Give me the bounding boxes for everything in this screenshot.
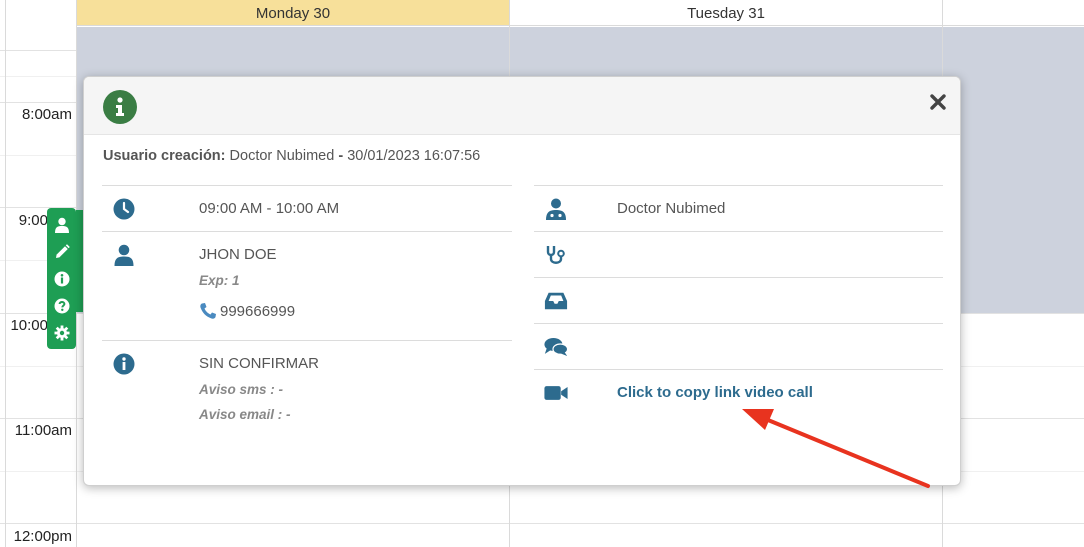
info-icon bbox=[103, 90, 137, 124]
appointment-time: 09:00 AM - 10:00 AM bbox=[199, 200, 340, 217]
doctor-row: Doctor Nubimed bbox=[534, 185, 943, 231]
clock-icon bbox=[112, 197, 136, 221]
creator-separator: - bbox=[338, 148, 344, 164]
appointment-details-left: 09:00 AM - 10:00 AM JHON DOE Exp: 1 9996… bbox=[102, 185, 512, 440]
gear-icon[interactable] bbox=[51, 322, 73, 344]
status-info: SIN CONFIRMAR Aviso sms : - Aviso email … bbox=[102, 341, 512, 422]
room-row bbox=[534, 277, 943, 323]
column-divider bbox=[5, 0, 6, 547]
time-label: 10:00 bbox=[10, 317, 48, 334]
patient-info: JHON DOE Exp: 1 999666999 bbox=[102, 232, 512, 320]
patient-phone[interactable]: 999666999 bbox=[199, 302, 512, 320]
grid-line bbox=[0, 523, 1084, 524]
time-label: 12:00pm bbox=[13, 528, 72, 545]
user-icon[interactable] bbox=[51, 214, 73, 236]
day-header-monday[interactable]: Monday 30 bbox=[77, 0, 509, 26]
patient-record: Exp: 1 bbox=[199, 273, 240, 288]
confirmation-status: SIN CONFIRMAR bbox=[199, 355, 319, 372]
doctor-name: Doctor Nubimed bbox=[617, 200, 726, 217]
creator-info: Usuario creación: Doctor Nubimed - 30/01… bbox=[103, 148, 480, 164]
specialty-value bbox=[534, 232, 943, 246]
room-value bbox=[534, 278, 943, 292]
copy-video-call-link[interactable]: Click to copy link video call bbox=[617, 384, 813, 401]
modal-header bbox=[84, 77, 960, 135]
creator-label: Usuario creación: bbox=[103, 148, 226, 164]
info-icon bbox=[112, 352, 136, 376]
comments-row bbox=[534, 323, 943, 369]
video-camera-icon bbox=[544, 381, 568, 405]
specialty-row bbox=[534, 231, 943, 277]
email-notice: Aviso email : - bbox=[199, 407, 291, 422]
day-header-tuesday[interactable]: Tuesday 31 bbox=[510, 0, 942, 26]
creator-date: 30/01/2023 16:07:56 bbox=[347, 148, 481, 164]
phone-number: 999666999 bbox=[220, 302, 296, 320]
question-icon[interactable] bbox=[51, 295, 73, 317]
sms-notice: Aviso sms : - bbox=[199, 382, 284, 397]
comments-icon bbox=[544, 335, 568, 359]
time-row: 09:00 AM - 10:00 AM bbox=[102, 185, 512, 231]
comments-value bbox=[534, 324, 943, 338]
phone-icon bbox=[200, 303, 216, 319]
info-icon[interactable] bbox=[51, 268, 73, 290]
appointment-details-right: Doctor Nubimed Click to copy link video … bbox=[534, 185, 943, 419]
patient-name: JHON DOE bbox=[199, 246, 277, 263]
video-call-row: Click to copy link video call bbox=[534, 369, 943, 419]
time-label: 8:00am bbox=[21, 106, 72, 123]
appointment-info-modal: Usuario creación: Doctor Nubimed - 30/01… bbox=[83, 76, 961, 486]
user-icon bbox=[112, 243, 136, 267]
status-row: SIN CONFIRMAR Aviso sms : - Aviso email … bbox=[102, 340, 512, 440]
creator-name: Doctor Nubimed bbox=[229, 148, 335, 164]
pencil-icon[interactable] bbox=[51, 241, 73, 263]
patient-row: JHON DOE Exp: 1 999666999 bbox=[102, 231, 512, 340]
time-label: 9:00 bbox=[18, 212, 48, 229]
inbox-icon bbox=[544, 289, 568, 313]
appointment-toolbar bbox=[47, 208, 76, 349]
close-icon[interactable] bbox=[928, 92, 948, 112]
doctor-icon bbox=[544, 197, 568, 221]
stethoscope-icon bbox=[544, 243, 568, 267]
day-header-next bbox=[943, 0, 1084, 26]
time-label: 11:00am bbox=[14, 422, 72, 439]
